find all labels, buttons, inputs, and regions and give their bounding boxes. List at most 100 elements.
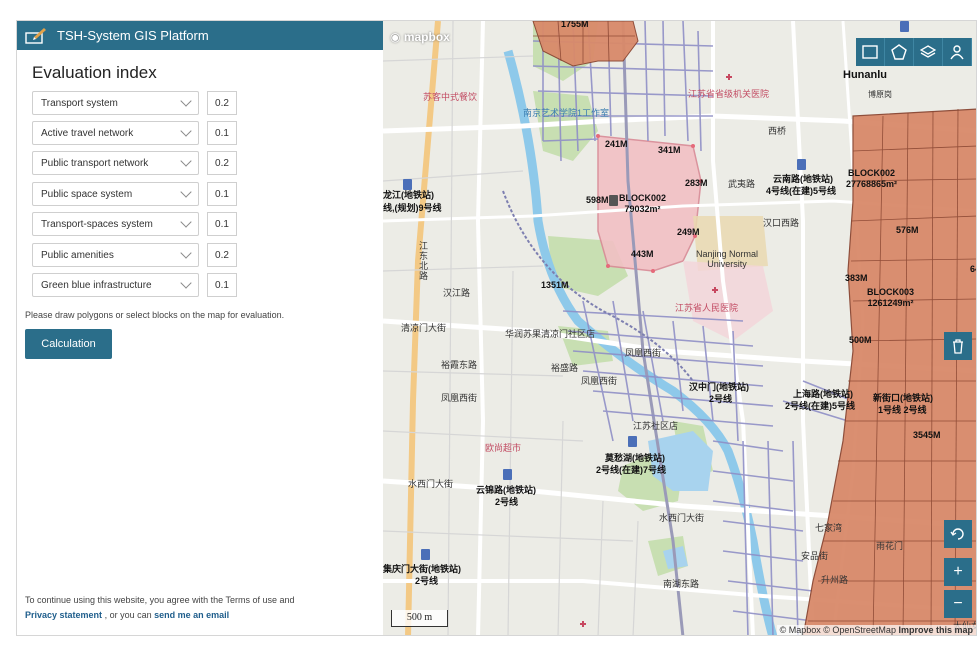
chevron-down-icon — [180, 186, 192, 198]
index-row: Public amenities 0.2 — [32, 243, 237, 267]
map-label: 西桥 — [768, 126, 787, 136]
draw-rectangle-button[interactable] — [856, 38, 885, 66]
footer-text-2: , or you can — [104, 610, 152, 620]
scale-bar: 500 m — [391, 610, 448, 627]
distance-label: 249M — [677, 227, 700, 237]
distance-label: 383M — [845, 273, 868, 283]
index-select-label: Green blue infrastructure — [41, 279, 152, 291]
weight-input[interactable]: 0.1 — [207, 182, 237, 206]
index-row: Transport-spaces system 0.1 — [32, 212, 237, 236]
map-label: 水西门大街 — [408, 479, 454, 489]
distance-label: 64 — [970, 264, 976, 274]
mapbox-logo-icon: ◉ — [390, 30, 401, 44]
attribution-text[interactable]: © Mapbox © OpenStreetMap — [780, 625, 896, 635]
improve-map-link[interactable]: Improve this map — [898, 625, 973, 635]
weight-input[interactable]: 0.2 — [207, 91, 237, 115]
weight-input[interactable]: 0.1 — [207, 273, 237, 297]
footer-text: To continue using this website, you agre… — [25, 595, 295, 605]
map-label: 七家湾 — [815, 523, 843, 533]
map-label: 2号线(在建)7号线 — [596, 465, 667, 475]
map-label: 凤凰西街 — [581, 376, 618, 386]
weight-input[interactable]: 0.2 — [207, 243, 237, 267]
email-link[interactable]: send me an email — [154, 610, 229, 620]
zoom-out-button[interactable]: − — [944, 590, 972, 618]
index-select-label: Transport system — [41, 97, 118, 109]
map-label: 线,(规划)9号线 — [383, 203, 442, 213]
index-select[interactable]: Green blue infrastructure — [32, 273, 199, 297]
map-label: 4号线(在建)5号线 — [766, 186, 837, 196]
user-icon — [950, 45, 964, 60]
index-select-label: Public amenities — [41, 249, 114, 261]
zoom-in-button[interactable]: + — [944, 558, 972, 586]
map-label: 水西门大街 — [659, 513, 705, 523]
block-name: BLOCK003 — [867, 287, 915, 297]
index-select[interactable]: Public space system — [32, 182, 199, 206]
index-row: Active travel network 0.1 — [32, 121, 237, 145]
evaluation-heading: Evaluation index — [32, 63, 157, 82]
platform-logo-icon — [25, 27, 47, 45]
block-label: BLOCK003 1261249m² — [867, 287, 914, 309]
minus-icon: − — [953, 595, 963, 612]
map-label: 博原岗 — [868, 90, 892, 99]
map-label: 升州路 — [821, 575, 849, 585]
map-label: 南湖东路 — [663, 579, 700, 589]
map-label: 裕霞东路 — [441, 360, 478, 370]
distance-label: 3545M — [913, 430, 941, 440]
distance-label: 576M — [896, 225, 919, 235]
block-name: BLOCK002 — [848, 168, 896, 178]
user-button[interactable] — [943, 38, 972, 66]
index-select-label: Public transport network — [41, 157, 149, 169]
map-label: 凤凰西街 — [625, 348, 662, 358]
map-label: 南京艺术学院1工作室 — [523, 108, 610, 118]
map-label: 汉口西路 — [763, 218, 800, 228]
rotate-button[interactable] — [944, 520, 972, 548]
map-toolbar — [856, 38, 972, 66]
delete-button[interactable] — [944, 332, 972, 360]
map-label: 江苏省人民医院 — [675, 303, 739, 313]
map-label: 安品街 — [801, 551, 829, 561]
app-title: TSH-System GIS Platform — [57, 28, 209, 43]
calculation-button[interactable]: Calculation — [25, 329, 112, 359]
distance-label: 283M — [685, 178, 708, 188]
distance-label: 341M — [658, 145, 681, 155]
map-label: 苏客中式餐饮 — [423, 92, 478, 102]
mapbox-logo: ◉ mapbox — [390, 30, 450, 44]
draw-polygon-button[interactable] — [885, 38, 914, 66]
layers-button[interactable] — [914, 38, 943, 66]
distance-label: 241M — [605, 139, 628, 149]
map-label: 华润苏果清凉门社区店 — [505, 329, 596, 339]
map-label: 2号线 — [415, 576, 439, 586]
index-row: Transport system 0.2 — [32, 91, 237, 115]
map-label: 江东北路 — [418, 241, 428, 281]
map-canvas[interactable]: ◉ mapbox 1755M Hunanlu 博原岗 苏客中式餐饮 南京艺术学院… — [383, 21, 976, 635]
index-select-label: Transport-spaces system — [41, 218, 153, 230]
weight-input[interactable]: 0.1 — [207, 212, 237, 236]
distance-label: 500M — [849, 335, 872, 345]
map-label: Hunanlu — [843, 69, 887, 81]
instruction-text: Please draw polygons or select blocks on… — [25, 310, 285, 320]
weight-input[interactable]: 0.2 — [207, 151, 237, 175]
map-label: 欧尚超市 — [485, 443, 522, 453]
index-select[interactable]: Transport system — [32, 91, 199, 115]
map-label: 雨花门 — [876, 541, 904, 551]
footer-notice: To continue using this website, you agre… — [25, 593, 355, 623]
block-name: BLOCK002 — [619, 193, 667, 203]
map-attribution: © Mapbox © OpenStreetMap Improve this ma… — [776, 625, 976, 635]
distance-label: 1351M — [541, 280, 569, 290]
index-select[interactable]: Public amenities — [32, 243, 199, 267]
distance-label: 598M — [586, 195, 609, 205]
index-select[interactable]: Transport-spaces system — [32, 212, 199, 236]
index-row: Green blue infrastructure 0.1 — [32, 273, 237, 297]
app-window: TSH-System GIS Platform Evaluation index… — [16, 20, 977, 636]
block-area: 27768865m² — [846, 179, 898, 189]
map-label: 2号线 — [495, 497, 519, 507]
weight-input[interactable]: 0.1 — [207, 121, 237, 145]
index-select[interactable]: Public transport network — [32, 151, 199, 175]
rotate-icon — [950, 528, 964, 540]
rectangle-icon — [862, 45, 878, 59]
index-select[interactable]: Active travel network — [32, 121, 199, 145]
chevron-down-icon — [180, 155, 192, 167]
chevron-down-icon — [180, 247, 192, 259]
privacy-link[interactable]: Privacy statement — [25, 610, 102, 620]
map-label: 江苏省省级机关医院 — [688, 89, 770, 99]
